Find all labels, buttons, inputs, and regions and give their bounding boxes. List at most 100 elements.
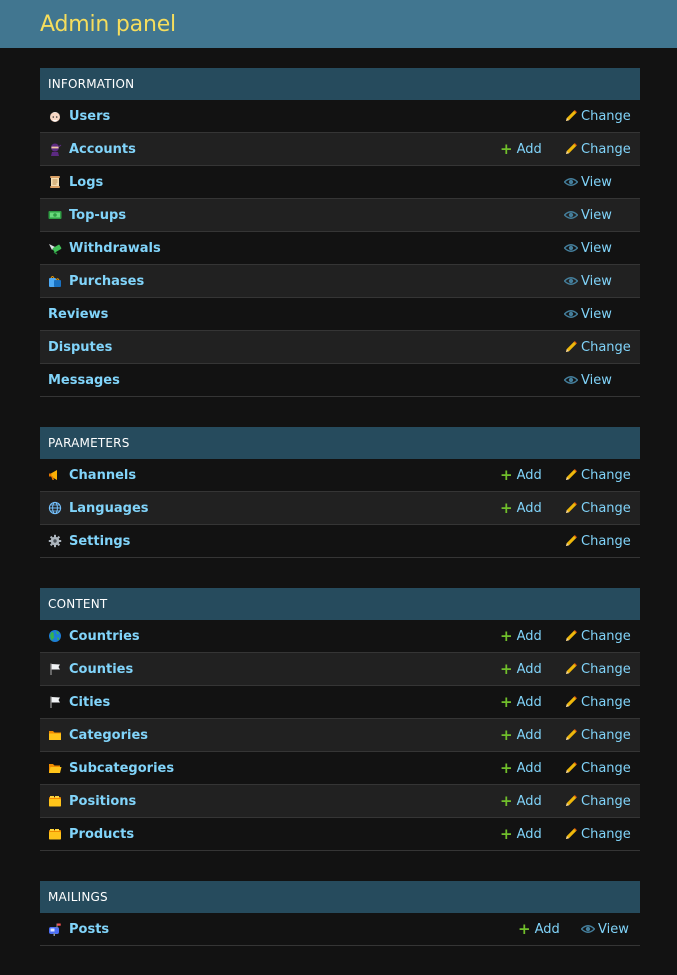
card-index-dividers-emoji-icon [48, 827, 62, 841]
add-link[interactable]: + Add [518, 921, 581, 937]
model-row-subcategories: Subcategories + Add Change [40, 752, 640, 785]
change-link[interactable]: Change [564, 468, 632, 483]
add-link[interactable]: + Add [500, 758, 564, 777]
view-link[interactable]: View [564, 241, 632, 256]
row-actions: + Add Change [500, 725, 632, 744]
plus-icon: + [500, 725, 513, 744]
change-label: Change [581, 727, 631, 743]
view-link[interactable]: View [564, 373, 632, 388]
pencil-icon [564, 109, 581, 123]
pencil-icon [564, 468, 581, 482]
row-actions: View [564, 274, 632, 289]
model-link-users[interactable]: Users [48, 109, 564, 124]
module-caption[interactable]: CONTENT [40, 588, 640, 620]
plus-icon: + [500, 824, 513, 843]
model-link-settings[interactable]: Settings [48, 534, 564, 549]
change-link[interactable]: Change [564, 662, 632, 677]
change-link[interactable]: Change [564, 761, 632, 776]
model-link-logs[interactable]: Logs [48, 175, 564, 190]
add-label: Add [516, 727, 542, 743]
model-link-reviews[interactable]: Reviews [48, 307, 564, 322]
change-link[interactable]: Change [564, 501, 632, 516]
model-link-channels[interactable]: Channels [48, 468, 500, 483]
row-actions: + Add View [518, 921, 632, 937]
model-row-products: Products + Add Change [40, 818, 640, 851]
row-actions: + Add Change [500, 661, 632, 677]
model-link-subcategories[interactable]: Subcategories [48, 761, 500, 776]
model-link-messages[interactable]: Messages [48, 373, 564, 388]
model-link-counties[interactable]: Counties [48, 662, 500, 677]
add-link[interactable]: + Add [500, 694, 564, 710]
add-link[interactable]: + Add [500, 824, 564, 843]
module-parameters: PARAMETERS Channels + Add Change Languages + Ad… [40, 427, 640, 558]
model-name: Accounts [69, 141, 136, 157]
add-label: Add [516, 760, 542, 776]
model-link-languages[interactable]: Languages [48, 501, 500, 516]
model-row-accounts: Accounts + Add Change [40, 133, 640, 166]
change-link[interactable]: Change [564, 629, 632, 644]
module-caption[interactable]: MAILINGS [40, 881, 640, 913]
model-row-languages: Languages + Add Change [40, 492, 640, 525]
row-actions: + Add Change [500, 824, 632, 843]
add-link[interactable]: + Add [500, 500, 564, 516]
change-link[interactable]: Change [564, 340, 632, 355]
view-label: View [581, 207, 612, 223]
view-link[interactable]: View [564, 208, 632, 223]
pencil-icon [564, 827, 581, 841]
model-link-posts[interactable]: Posts [48, 922, 518, 937]
row-actions: + Add Change [500, 758, 632, 777]
plus-icon: + [500, 758, 513, 777]
row-actions: View [564, 208, 632, 223]
view-link[interactable]: View [564, 307, 632, 322]
view-label: View [581, 372, 612, 388]
model-link-withdrawals[interactable]: Withdrawals [48, 241, 564, 256]
model-row-countries: Countries + Add Change [40, 620, 640, 653]
add-link[interactable]: + Add [500, 793, 564, 809]
eye-icon [581, 924, 598, 934]
add-link[interactable]: + Add [500, 467, 564, 483]
model-link-products[interactable]: Products [48, 827, 500, 842]
model-link-countries[interactable]: Countries [48, 629, 500, 644]
money-wings-emoji-icon [48, 241, 62, 255]
module-content: CONTENT Countries + Add Change Counties + Add Ch… [40, 588, 640, 851]
view-link[interactable]: View [564, 175, 632, 190]
view-link[interactable]: View [581, 922, 632, 937]
change-link[interactable]: Change [564, 728, 632, 743]
change-label: Change [581, 628, 631, 644]
ninja-emoji-icon [48, 142, 62, 156]
model-name: Messages [48, 372, 120, 388]
model-name: Channels [69, 467, 137, 483]
change-link[interactable]: Change [564, 827, 632, 842]
change-link[interactable]: Change [564, 142, 632, 157]
model-row-messages: Messages View [40, 364, 640, 397]
model-name: Counties [69, 661, 134, 677]
add-link[interactable]: + Add [500, 661, 564, 677]
model-link-purchases[interactable]: Purchases [48, 274, 564, 289]
module-caption[interactable]: INFORMATION [40, 68, 640, 100]
change-link[interactable]: Change [564, 695, 632, 710]
model-link-cities[interactable]: Cities [48, 695, 500, 710]
add-label: Add [516, 500, 542, 516]
module-caption[interactable]: PARAMETERS [40, 427, 640, 459]
model-link-categories[interactable]: Categories [48, 728, 500, 743]
change-link[interactable]: Change [564, 109, 632, 124]
model-link-positions[interactable]: Positions [48, 794, 500, 809]
model-link-accounts[interactable]: Accounts [48, 142, 500, 157]
eye-icon [564, 276, 581, 286]
change-link[interactable]: Change [564, 794, 632, 809]
model-row-logs: Logs View [40, 166, 640, 199]
site-title[interactable]: Admin panel [40, 12, 176, 37]
model-link-top-ups[interactable]: Top-ups [48, 208, 564, 223]
add-link[interactable]: + Add [500, 725, 564, 744]
view-link[interactable]: View [564, 274, 632, 289]
model-row-withdrawals: Withdrawals View [40, 232, 640, 265]
add-link[interactable]: + Add [500, 628, 564, 644]
row-actions: + Add Change [500, 694, 632, 710]
row-actions: View [564, 373, 632, 388]
model-link-disputes[interactable]: Disputes [48, 340, 564, 355]
add-link[interactable]: + Add [500, 141, 564, 157]
row-actions: Change [564, 340, 632, 355]
model-name: Languages [69, 500, 149, 516]
change-link[interactable]: Change [564, 534, 632, 549]
eye-icon [564, 375, 581, 385]
